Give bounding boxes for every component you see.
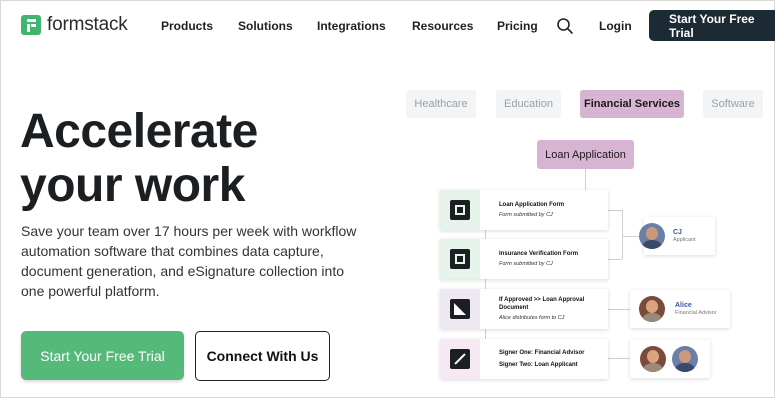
form-icon	[440, 190, 480, 230]
person-card-cj: CJ Applicant	[639, 217, 715, 255]
nav-item-pricing[interactable]: Pricing	[497, 19, 538, 33]
avatar	[672, 346, 698, 372]
branch-connector	[608, 210, 622, 211]
avatar	[639, 223, 665, 249]
workflow-step-card: Loan Application Form Form submitted by …	[440, 190, 608, 230]
hero-title-line-2: your work	[20, 159, 245, 212]
hero-description: Save your team over 17 hours per week wi…	[21, 223, 357, 299]
step-subtitle: Form submitted by CJ	[499, 212, 553, 218]
avatar	[640, 346, 666, 372]
person-name: Alice	[675, 302, 692, 309]
branch-connector	[608, 358, 630, 359]
step-title: Loan Application Form	[499, 202, 565, 208]
tab-financial-services[interactable]: Financial Services	[580, 90, 684, 118]
hero-title-line-1: Accelerate	[20, 105, 258, 158]
avatar	[639, 296, 665, 322]
step-title: Signer One: Financial Advisor	[499, 350, 585, 356]
person-role: Financial Advisor	[675, 310, 717, 316]
nav-item-products[interactable]: Products	[161, 19, 213, 33]
tab-software[interactable]: Software	[703, 90, 763, 118]
formstack-logo[interactable]: formstack	[21, 14, 128, 36]
login-link[interactable]: Login	[599, 19, 632, 33]
step-title: If Approved >> Loan Approval Document	[499, 297, 585, 311]
connect-with-us-button[interactable]: Connect With Us	[195, 331, 330, 381]
step-subtitle: Alice distributes form to CJ	[499, 315, 565, 321]
nav-item-integrations[interactable]: Integrations	[317, 19, 386, 33]
person-card-alice: Alice Financial Advisor	[630, 290, 730, 328]
tab-education[interactable]: Education	[496, 90, 561, 118]
pen-icon	[440, 339, 480, 379]
workflow-label: Loan Application	[537, 140, 634, 169]
formstack-logo-icon	[21, 15, 41, 35]
signer-avatars	[630, 340, 710, 378]
nav-item-resources[interactable]: Resources	[412, 19, 473, 33]
step-subtitle: Form submitted by CJ	[499, 261, 553, 267]
top-navigation: formstack Products Solutions Integration…	[0, 0, 775, 52]
nav-start-trial-button[interactable]: Start Your Free Trial	[649, 10, 775, 41]
connector-line	[585, 169, 586, 191]
branch-connector	[608, 309, 630, 310]
hero-title: Accelerate your work	[20, 105, 258, 213]
search-icon[interactable]	[556, 17, 574, 35]
brand-name: formstack	[47, 14, 128, 35]
person-name: CJ	[673, 229, 682, 236]
branch-connector	[622, 210, 623, 259]
step-subtitle: Signer Two: Loan Applicant	[499, 362, 578, 368]
start-free-trial-button[interactable]: Start Your Free Trial	[21, 331, 184, 380]
workflow-step-card: If Approved >> Loan Approval Document Al…	[440, 289, 608, 329]
nav-item-solutions[interactable]: Solutions	[238, 19, 293, 33]
tab-healthcare[interactable]: Healthcare	[406, 90, 476, 118]
branch-connector	[608, 259, 622, 260]
document-icon	[440, 289, 480, 329]
person-role: Applicant	[673, 237, 696, 243]
workflow-step-card: Signer One: Financial Advisor Signer Two…	[440, 339, 608, 379]
workflow-step-card: Insurance Verification Form Form submitt…	[440, 239, 608, 279]
step-title: Insurance Verification Form	[499, 251, 579, 257]
form-icon	[440, 239, 480, 279]
